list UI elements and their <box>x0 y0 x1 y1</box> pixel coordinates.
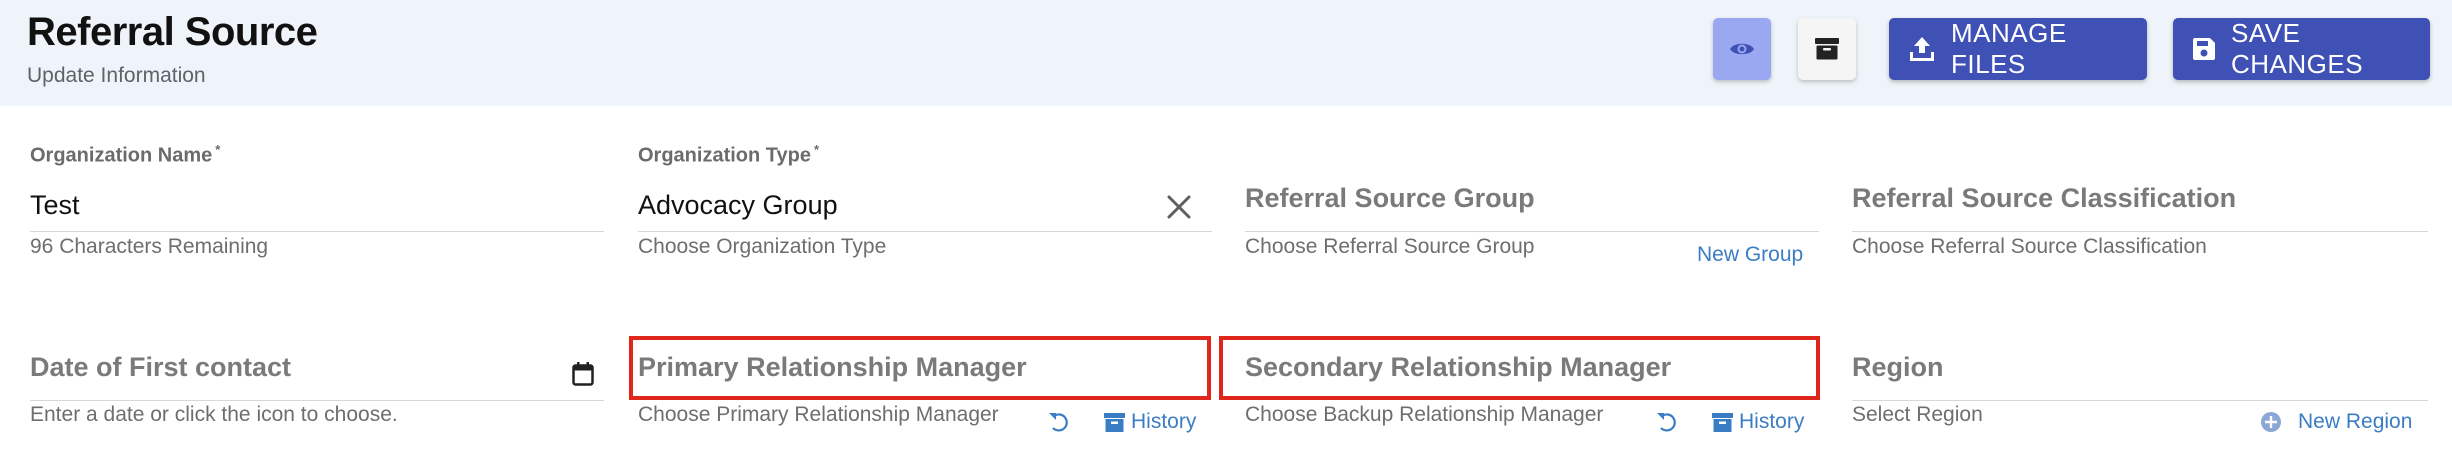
organization-type-helper: Choose Organization Type <box>638 235 887 258</box>
page-title: Referral Source <box>27 10 318 54</box>
referral-source-classification-helper: Choose Referral Source Classification <box>1852 235 2207 258</box>
undo-icon[interactable] <box>1655 410 1679 434</box>
primary-relationship-manager-helper: Choose Primary Relationship Manager <box>638 403 999 426</box>
region-helper: Select Region <box>1852 403 1983 426</box>
required-mark: * <box>813 142 820 157</box>
secondary-history-label: History <box>1739 410 1805 433</box>
secondary-relationship-manager-select[interactable]: Secondary Relationship Manager <box>1245 352 1671 383</box>
referral-source-classification-underline <box>1852 231 2428 232</box>
archive-icon <box>1104 412 1125 432</box>
secondary-relationship-manager-helper: Choose Backup Relationship Manager <box>1245 403 1604 426</box>
undo-icon[interactable] <box>1047 410 1071 434</box>
secondary-history-link[interactable]: History <box>1712 410 1804 434</box>
region-select[interactable]: Region <box>1852 352 1944 383</box>
floppy-disk-icon <box>2193 38 2231 60</box>
manage-files-label: MANAGE FILES <box>1951 18 2067 79</box>
archive-button[interactable] <box>1798 18 1856 80</box>
organization-name-input[interactable]: Test <box>30 190 80 221</box>
page-subtitle: Update Information <box>27 64 206 87</box>
organization-name-underline <box>30 231 604 232</box>
organization-type-label: Organization Type <box>638 144 811 167</box>
page-header: Referral Source Update Information MANAG… <box>0 0 2452 106</box>
referral-source-group-helper: Choose Referral Source Group <box>1245 235 1535 258</box>
close-icon[interactable] <box>1166 194 1192 220</box>
calendar-icon[interactable] <box>572 362 594 386</box>
save-changes-label: SAVE CHANGES <box>2231 18 2364 79</box>
organization-type-underline <box>638 231 1212 232</box>
primary-history-label: History <box>1131 410 1197 433</box>
archive-box-icon <box>1815 38 1839 60</box>
organization-type-select[interactable]: Advocacy Group <box>638 190 838 221</box>
plus-circle-icon <box>2260 411 2282 433</box>
date-of-first-contact-helper: Enter a date or click the icon to choose… <box>30 403 398 426</box>
primary-relationship-manager-select[interactable]: Primary Relationship Manager <box>638 352 1027 383</box>
view-button[interactable] <box>1713 18 1771 80</box>
upload-icon <box>1909 36 1951 62</box>
eye-icon <box>1729 40 1755 58</box>
referral-source-classification-select[interactable]: Referral Source Classification <box>1852 183 2236 214</box>
organization-name-label: Organization Name <box>30 144 213 167</box>
referral-source-group-underline <box>1245 231 1819 232</box>
referral-source-group-select[interactable]: Referral Source Group <box>1245 183 1535 214</box>
date-of-first-contact-input[interactable]: Date of First contact <box>30 352 291 383</box>
archive-icon <box>1712 412 1733 432</box>
new-region-link[interactable]: New Region <box>2260 410 2412 434</box>
new-group-link[interactable]: New Group <box>1697 243 1803 267</box>
region-underline <box>1852 400 2428 401</box>
primary-history-link[interactable]: History <box>1104 410 1196 434</box>
manage-files-button[interactable]: MANAGE FILES <box>1889 18 2147 80</box>
save-changes-button[interactable]: SAVE CHANGES <box>2173 18 2430 80</box>
required-mark: * <box>215 142 221 157</box>
organization-name-helper: 96 Characters Remaining <box>30 235 269 258</box>
date-of-first-contact-underline <box>30 400 604 401</box>
new-region-label: New Region <box>2298 410 2413 433</box>
